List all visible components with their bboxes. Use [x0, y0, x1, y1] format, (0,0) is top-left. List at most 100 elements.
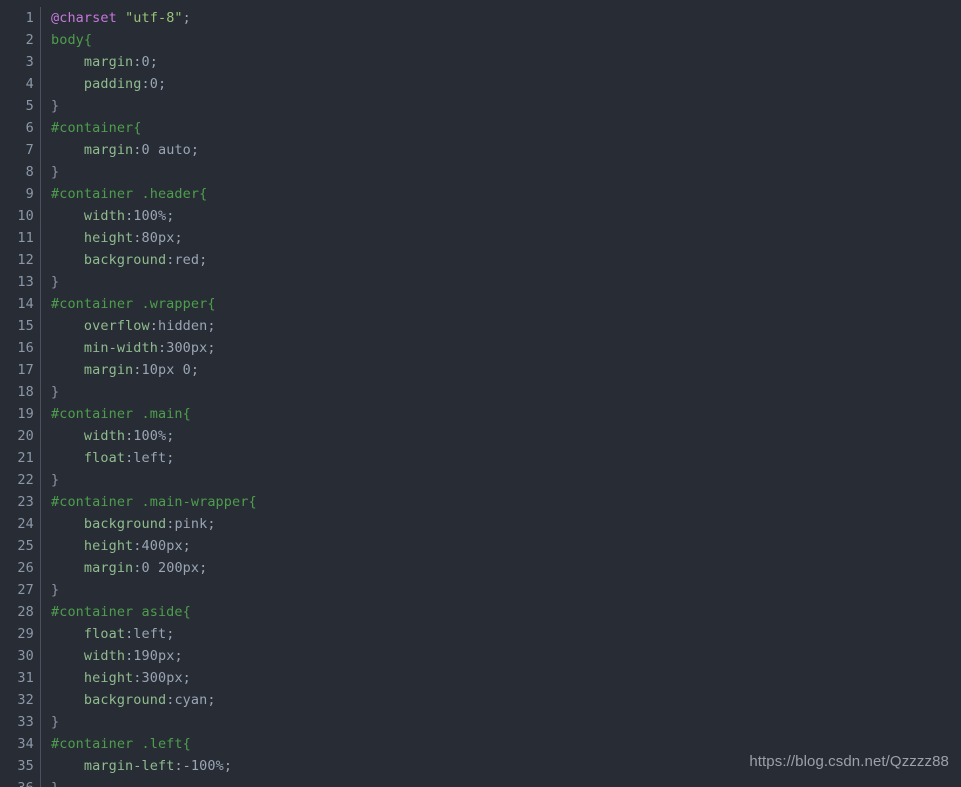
code-text[interactable]: #container .main{: [41, 403, 191, 425]
code-line[interactable]: 13}: [0, 271, 961, 293]
token-punct: ;: [157, 76, 167, 92]
code-line[interactable]: 11 height:80px;: [0, 227, 961, 249]
code-line[interactable]: 30 width:190px;: [0, 645, 961, 667]
line-number: 24: [17, 516, 34, 532]
code-line[interactable]: 9 #container .header{: [0, 183, 961, 205]
token-punct: ;: [166, 208, 175, 224]
code-line[interactable]: 32 background:cyan;: [0, 689, 961, 711]
line-number: 20: [17, 428, 34, 444]
code-text[interactable]: #container{: [41, 117, 142, 139]
code-text[interactable]: }: [41, 469, 59, 491]
code-lines-container[interactable]: 1 @charset "utf-8"; 2 body{3 margin:0; 4 pad…: [0, 0, 961, 787]
code-text[interactable]: width:100%;: [41, 425, 174, 447]
code-editor[interactable]: 1 @charset "utf-8"; 2 body{3 margin:0; 4 pad…: [0, 0, 961, 787]
code-line[interactable]: 25 height:400px;: [0, 535, 961, 557]
code-line[interactable]: 28 #container aside{: [0, 601, 961, 623]
code-text[interactable]: #container .left{: [41, 733, 191, 755]
token-prop: margin: [83, 142, 134, 158]
code-text[interactable]: width:190px;: [41, 645, 183, 667]
code-line[interactable]: 14 #container .wrapper{: [0, 293, 961, 315]
code-line[interactable]: 4 padding:0;: [0, 73, 961, 95]
code-line[interactable]: 7 margin:0 auto;: [0, 139, 961, 161]
code-text[interactable]: }: [41, 579, 59, 601]
token-value: -100%: [182, 758, 224, 774]
code-text[interactable]: background:cyan;: [41, 689, 216, 711]
code-text[interactable]: margin-left:-100%;: [41, 755, 232, 777]
code-line[interactable]: 29 float:left;: [0, 623, 961, 645]
code-line[interactable]: 3 margin:0;: [0, 51, 961, 73]
code-line[interactable]: 15 overflow:hidden;: [0, 315, 961, 337]
token-brace: }: [51, 384, 60, 400]
token-punct: ;: [223, 758, 233, 774]
code-line[interactable]: 2 body{: [0, 29, 961, 51]
token-prop: float: [83, 626, 126, 642]
code-line[interactable]: 34 #container .left{: [0, 733, 961, 755]
token-selector: #container .header{: [51, 186, 208, 202]
code-text[interactable]: }: [41, 777, 59, 787]
code-line[interactable]: 16 min-width:300px;: [0, 337, 961, 359]
code-line[interactable]: 1 @charset "utf-8";: [0, 7, 961, 29]
code-text[interactable]: body{: [41, 29, 92, 51]
code-text[interactable]: #container .wrapper{: [41, 293, 216, 315]
code-line[interactable]: 22}: [0, 469, 961, 491]
token-value: 100%: [133, 428, 167, 444]
code-line[interactable]: 23 #container .main-wrapper{: [0, 491, 961, 513]
code-text[interactable]: }: [41, 711, 59, 733]
code-text[interactable]: }: [41, 161, 59, 183]
code-text[interactable]: }: [41, 271, 59, 293]
code-line[interactable]: 27}: [0, 579, 961, 601]
code-line[interactable]: 10 width:100%;: [0, 205, 961, 227]
code-line[interactable]: 12 background:red;: [0, 249, 961, 271]
code-text[interactable]: float:left;: [41, 447, 174, 469]
code-line[interactable]: 20 width:100%;: [0, 425, 961, 447]
token-selector: #container .wrapper{: [51, 296, 216, 312]
token-prop: height: [83, 670, 134, 686]
code-text[interactable]: min-width:300px;: [41, 337, 216, 359]
line-number: 14: [17, 296, 34, 312]
code-text[interactable]: overflow:hidden;: [41, 315, 216, 337]
code-text[interactable]: margin:0 200px;: [41, 557, 207, 579]
token-value: 10px 0: [141, 362, 191, 378]
code-line[interactable]: 26 margin:0 200px;: [0, 557, 961, 579]
code-text[interactable]: width:100%;: [41, 205, 174, 227]
code-text[interactable]: height:400px;: [41, 535, 191, 557]
code-text[interactable]: #container .main-wrapper{: [41, 491, 257, 513]
code-line[interactable]: 17 margin:10px 0;: [0, 359, 961, 381]
code-text[interactable]: background:pink;: [41, 513, 216, 535]
code-text[interactable]: padding:0;: [41, 73, 166, 95]
code-text[interactable]: float:left;: [41, 623, 174, 645]
watermark-url: https://blog.csdn.net/Qzzzz88: [749, 753, 949, 770]
code-line[interactable]: 5}: [0, 95, 961, 117]
token-prop: margin-left: [83, 758, 175, 774]
line-number: 12: [17, 252, 34, 268]
code-line[interactable]: 24 background:pink;: [0, 513, 961, 535]
code-text[interactable]: height:300px;: [41, 667, 191, 689]
code-line[interactable]: 21 float:left;: [0, 447, 961, 469]
code-text[interactable]: height:80px;: [41, 227, 183, 249]
code-text[interactable]: margin:0;: [41, 51, 158, 73]
code-line[interactable]: 6 #container{: [0, 117, 961, 139]
code-text[interactable]: background:red;: [41, 249, 207, 271]
code-line[interactable]: 36}: [0, 777, 961, 787]
line-number: 27: [17, 582, 34, 598]
code-text[interactable]: }: [41, 95, 59, 117]
code-line[interactable]: 8}: [0, 161, 961, 183]
code-line[interactable]: 18}: [0, 381, 961, 403]
code-text[interactable]: margin:10px 0;: [41, 359, 199, 381]
code-text[interactable]: margin:0 auto;: [41, 139, 199, 161]
code-text[interactable]: #container aside{: [41, 601, 191, 623]
code-line[interactable]: 33}: [0, 711, 961, 733]
code-line[interactable]: 31 height:300px;: [0, 667, 961, 689]
token-punct: ;: [190, 142, 200, 158]
code-text[interactable]: #container .header{: [41, 183, 207, 205]
token-punct: :: [133, 362, 142, 378]
code-text[interactable]: }: [41, 381, 59, 403]
code-line[interactable]: 19 #container .main{: [0, 403, 961, 425]
token-prop: overflow: [83, 318, 150, 334]
code-text[interactable]: @charset "utf-8";: [41, 7, 191, 29]
